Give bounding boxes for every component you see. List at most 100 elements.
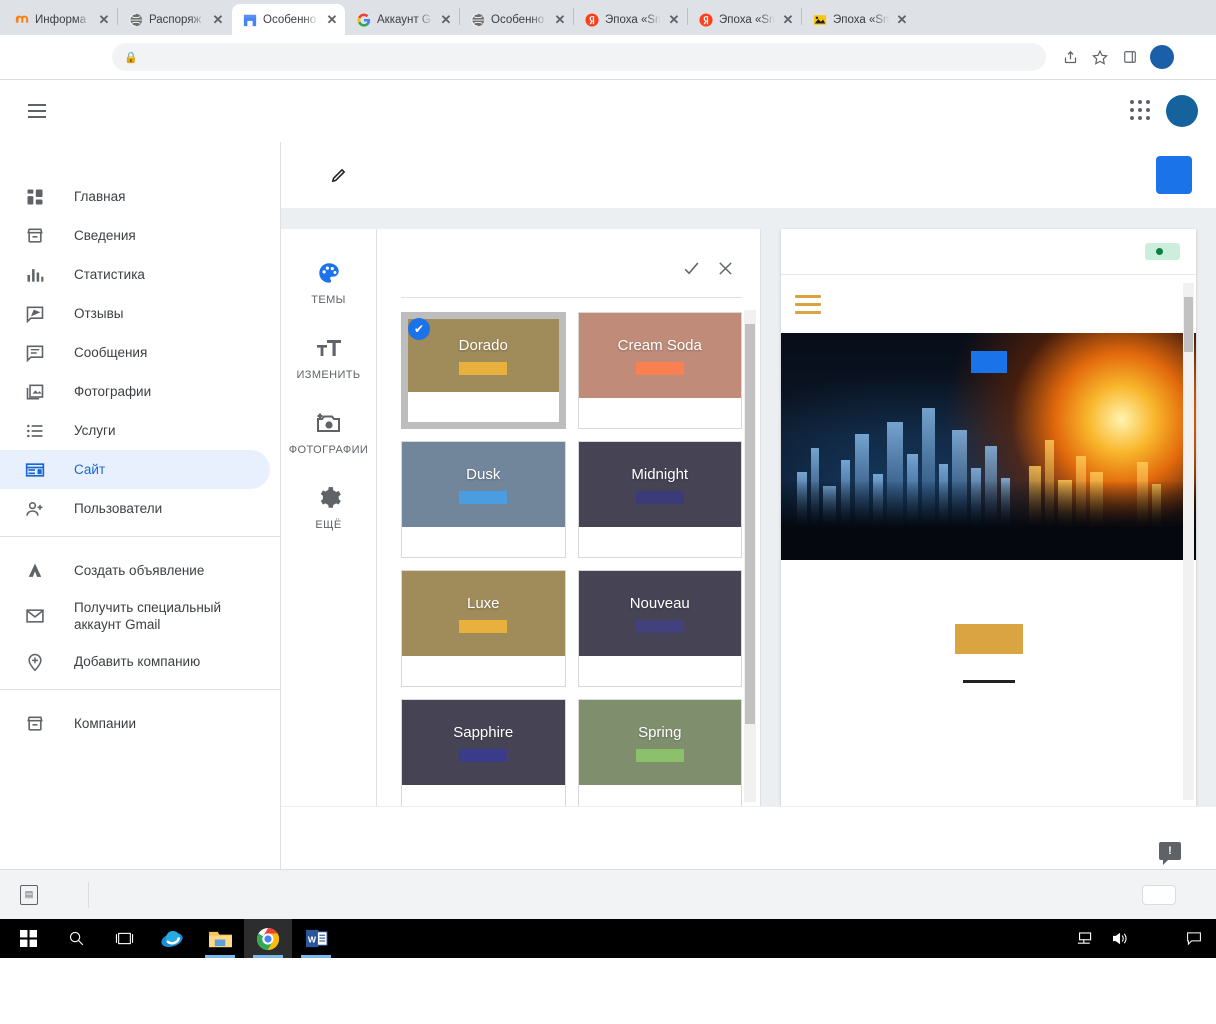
tool-rail-item-palette[interactable]: ТЕМЫ <box>281 249 376 324</box>
browser-tab[interactable]: Распоряж ✕ <box>118 4 231 35</box>
preview-scrollbar-thumb[interactable] <box>1184 297 1193 352</box>
check-icon[interactable] <box>674 251 708 285</box>
chrome-icon[interactable] <box>244 919 292 958</box>
hamburger-icon[interactable] <box>795 294 821 314</box>
new-tab-button[interactable] <box>919 5 947 33</box>
scroll-up-arrow-icon[interactable] <box>744 310 756 322</box>
sidebar-item-list[interactable]: Услуги <box>0 411 270 450</box>
main-area: ТЕМЫ ИЗМЕНИТЬ ФОТОГРАФИИ ЕЩЁ ✔ Dorado Cr… <box>281 142 1216 869</box>
theme-card[interactable]: Spring <box>577 699 742 806</box>
account-avatar[interactable] <box>1166 95 1198 127</box>
theme-card[interactable]: Midnight <box>577 441 742 558</box>
theme-card[interactable]: Luxe <box>401 570 566 687</box>
sidebar-item-dashboard[interactable]: Главная <box>0 177 270 216</box>
task-view-icon[interactable] <box>100 919 148 958</box>
preview-scroll-up-icon[interactable] <box>1183 283 1194 294</box>
browser-tab-active[interactable]: Особенно ✕ <box>232 4 345 35</box>
preview-scrollbar[interactable] <box>1183 283 1194 800</box>
apps-grid-icon[interactable] <box>1130 100 1152 122</box>
volume-icon[interactable] <box>1102 919 1136 958</box>
site-toolbar <box>281 142 1216 208</box>
browser-tab[interactable]: Аккаунт G ✕ <box>346 4 459 35</box>
browser-tab[interactable]: Эпоха «Sm ✕ <box>802 4 915 35</box>
network-icon[interactable] <box>1068 919 1102 958</box>
star-icon[interactable] <box>1086 43 1114 71</box>
sidebar-item-message[interactable]: Сообщения <box>0 333 270 372</box>
sidebar-item-google-ads[interactable]: Создать объявление <box>0 551 270 590</box>
tool-rail-item-add-photo[interactable]: ФОТОГРАФИИ <box>281 399 376 474</box>
side-panel-icon[interactable] <box>1116 43 1144 71</box>
close-icon[interactable]: ✕ <box>667 13 681 27</box>
download-item[interactable]: ▤ <box>14 878 78 912</box>
close-icon[interactable]: ✕ <box>97 13 111 27</box>
close-icon[interactable]: ✕ <box>553 13 567 27</box>
theme-card[interactable]: Nouveau <box>577 570 742 687</box>
theme-card[interactable]: Sapphire <box>401 699 566 806</box>
list-icon <box>24 420 46 442</box>
sidebar-item-storefront[interactable]: Компании <box>0 704 270 743</box>
tool-rail-item-gear[interactable]: ЕЩЁ <box>281 474 376 549</box>
pencil-icon[interactable] <box>321 158 355 192</box>
theme-card[interactable]: Cream Soda <box>577 312 742 429</box>
tool-rail-item-text-format[interactable]: ИЗМЕНИТЬ <box>281 324 376 399</box>
close-icon[interactable] <box>708 251 742 285</box>
sidebar-item-label: Создать объявление <box>74 563 205 578</box>
sidebar-item-add-location[interactable]: Добавить компанию <box>0 642 270 681</box>
selected-check-icon: ✔ <box>408 318 430 340</box>
browser-tab[interactable]: Информа ✕ <box>4 4 117 35</box>
window-maximize-button[interactable] <box>1126 0 1171 35</box>
browser-tab[interactable]: Эпоха «Sm ✕ <box>574 4 687 35</box>
sidebar-item-label: Сведения <box>74 228 136 243</box>
open-site-button[interactable] <box>1156 156 1192 194</box>
search-icon[interactable] <box>52 919 100 958</box>
theme-card[interactable]: ✔ Dorado <box>401 312 566 429</box>
close-icon[interactable]: ✕ <box>781 13 795 27</box>
windows-icon[interactable] <box>4 919 52 958</box>
browser-profile-avatar[interactable] <box>1150 45 1174 69</box>
close-icon[interactable]: ✕ <box>211 13 225 27</box>
sidebar-item-storefront[interactable]: Сведения <box>0 216 270 255</box>
change-hero-photo-button[interactable] <box>970 351 1007 373</box>
internet-explorer-icon[interactable] <box>148 919 196 958</box>
sidebar-item-review[interactable]: Отзывы <box>0 294 270 333</box>
theme-name: Midnight <box>631 465 689 483</box>
browser-tab[interactable]: Особенно ✕ <box>460 4 573 35</box>
action-center-icon[interactable] <box>1176 919 1212 958</box>
address-bar[interactable]: 🔒 <box>112 43 1046 71</box>
sidebar-item-label: Статистика <box>74 267 145 282</box>
chrome-menu-icon[interactable] <box>1180 43 1208 71</box>
show-all-downloads-button[interactable] <box>1142 884 1176 905</box>
word-icon[interactable]: W <box>292 919 340 958</box>
close-icon[interactable]: ✕ <box>895 13 909 27</box>
site-cta-button[interactable] <box>954 624 1023 654</box>
sidebar-item-bar-chart[interactable]: Статистика <box>0 255 270 294</box>
google-icon <box>356 12 371 27</box>
browser-tab-label: Распоряж <box>149 13 202 26</box>
share-icon[interactable] <box>1056 43 1084 71</box>
sidebar-item-label: Отзывы <box>74 306 124 321</box>
storefront-icon <box>24 713 46 735</box>
feedback-button[interactable]: ! <box>1159 842 1190 865</box>
preview-body <box>781 275 1196 806</box>
image-icon <box>812 12 827 27</box>
theme-card[interactable]: Dusk <box>401 441 566 558</box>
forward-button[interactable] <box>40 42 70 72</box>
window-restore-button[interactable] <box>1036 0 1081 35</box>
sidebar-item-person-add[interactable]: Пользователи <box>0 489 270 528</box>
window-minimize-button[interactable] <box>1081 0 1126 35</box>
window-close-button[interactable] <box>1171 0 1216 35</box>
close-icon[interactable]: ✕ <box>325 13 339 27</box>
hamburger-icon[interactable] <box>18 92 56 130</box>
scrollbar-thumb[interactable] <box>745 324 755 724</box>
sidebar-item-website[interactable]: Сайт <box>0 450 270 489</box>
reload-button[interactable] <box>72 42 102 72</box>
browser-tab[interactable]: Эпоха «Sm ✕ <box>688 4 801 35</box>
file-explorer-icon[interactable] <box>196 919 244 958</box>
close-icon[interactable]: ✕ <box>439 13 453 27</box>
preview-scroll-down-icon[interactable] <box>1183 789 1194 800</box>
sidebar-item-gmail[interactable]: Получить специальный аккаунт Gmail <box>0 590 270 642</box>
theme-scrollbar[interactable] <box>744 310 756 802</box>
scroll-down-arrow-icon[interactable] <box>744 790 756 802</box>
sidebar-item-photo[interactable]: Фотографии <box>0 372 270 411</box>
back-button[interactable] <box>8 42 38 72</box>
